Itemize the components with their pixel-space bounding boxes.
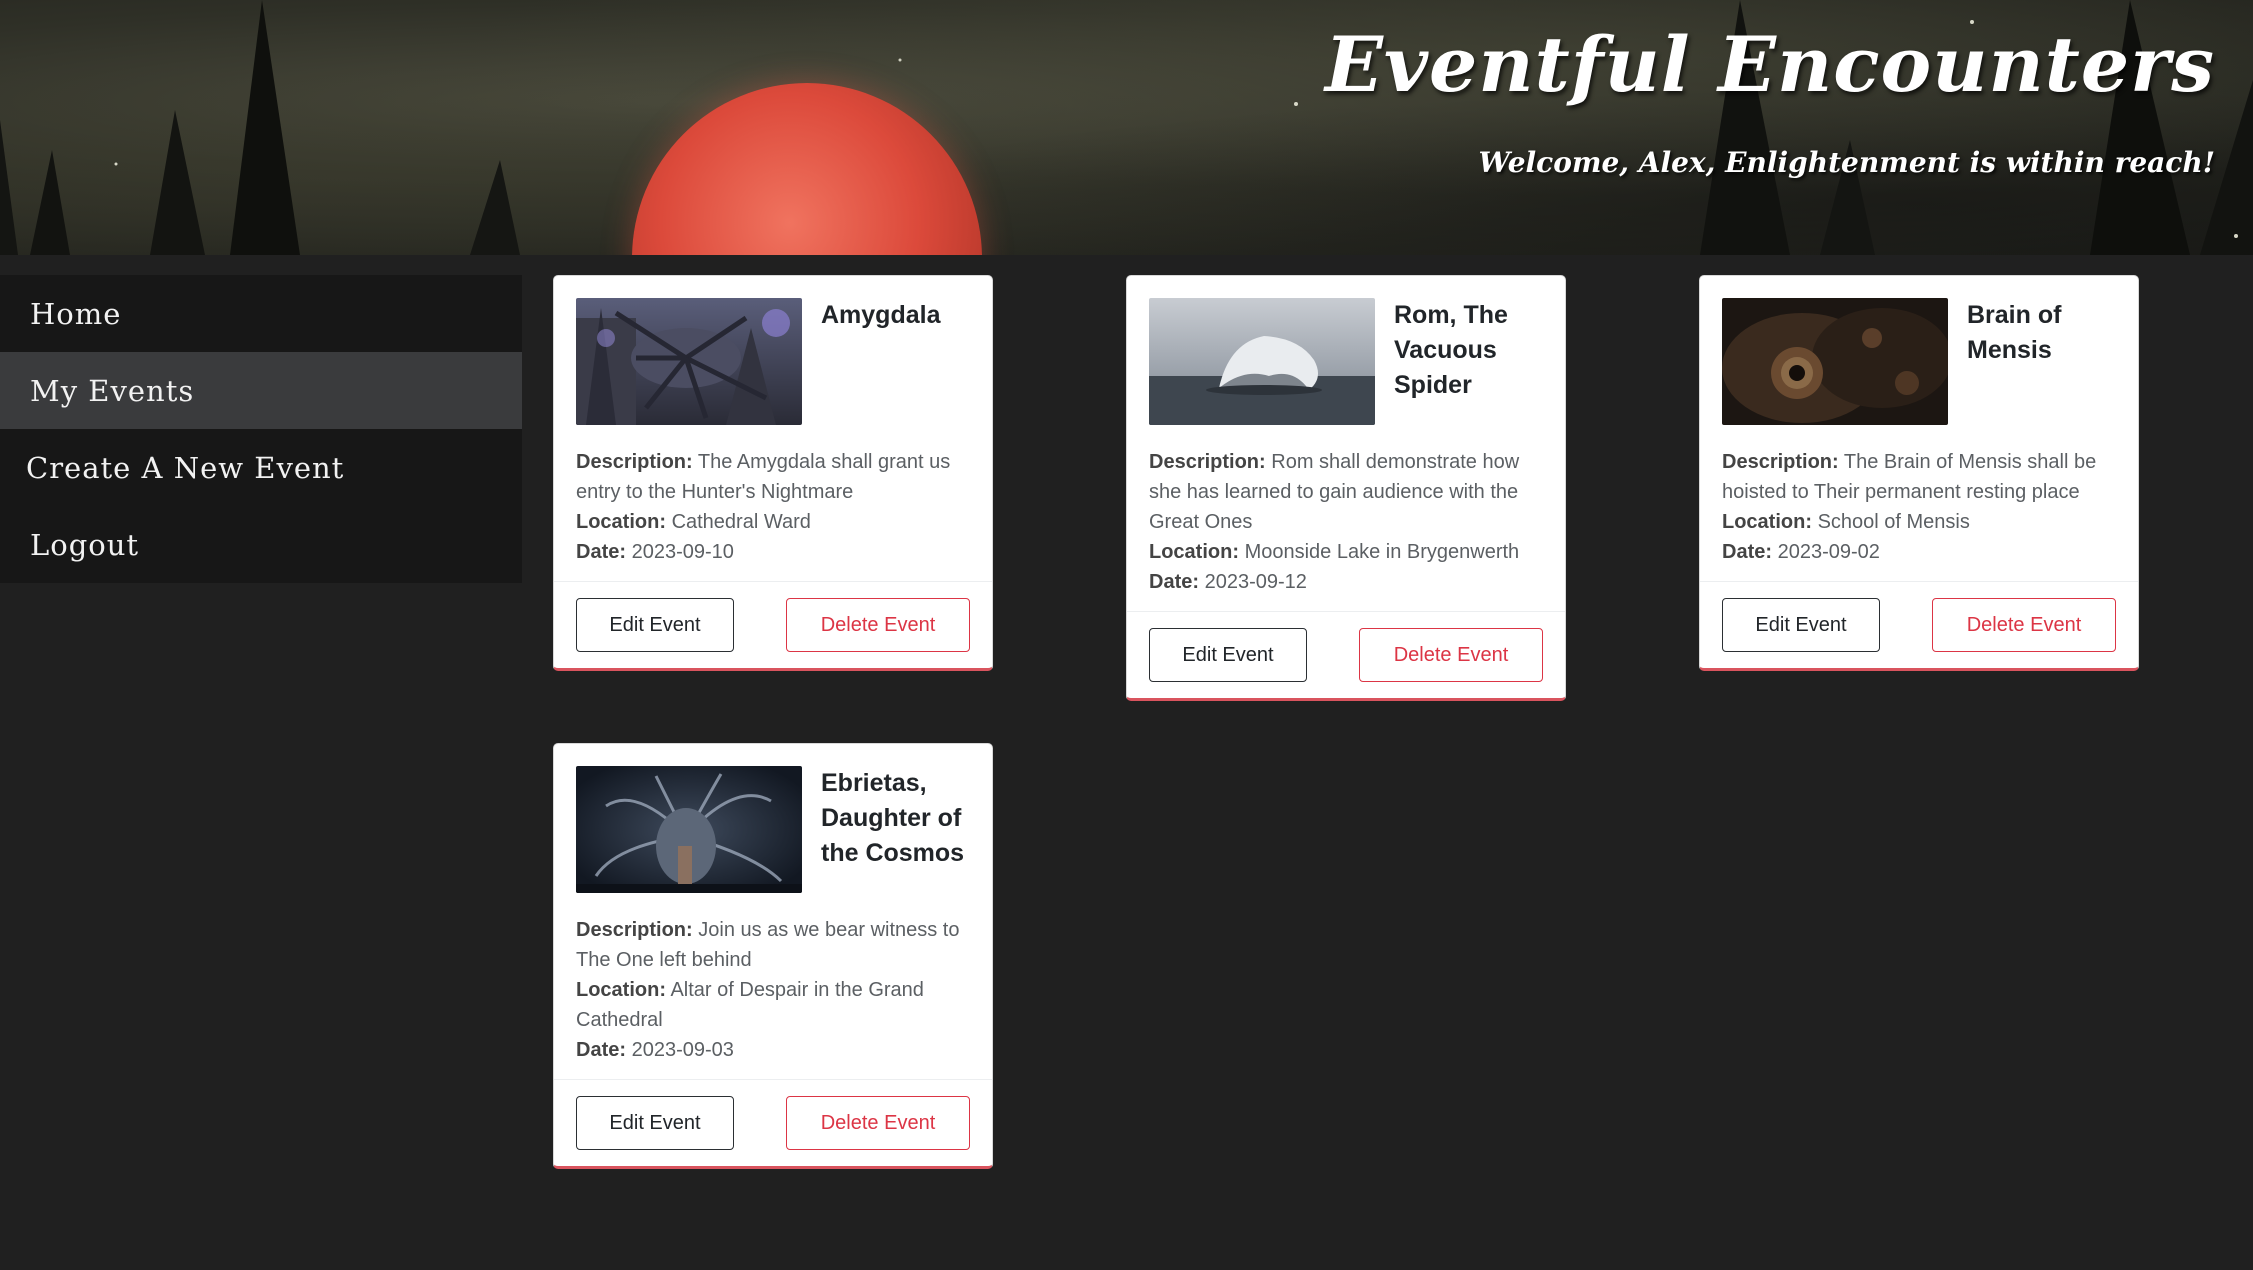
event-details: Description: Rom shall demonstrate how s…	[1149, 447, 1543, 611]
date-label: Date:	[1722, 541, 1773, 563]
date-label: Date:	[1149, 571, 1200, 593]
date-label: Date:	[576, 541, 627, 563]
card-actions: Edit Event Delete Event	[1127, 611, 1565, 698]
ebrietas-image	[576, 766, 802, 893]
location-label: Location:	[576, 979, 666, 1001]
date-label: Date:	[576, 1039, 627, 1061]
event-card: Amygdala Description: The Amygdala shall…	[553, 275, 993, 671]
site-title: Eventful Encounters	[1324, 20, 2215, 109]
event-date: 2023-09-10	[631, 541, 734, 563]
welcome-message: Welcome, Alex, Enlightenment is within r…	[1478, 146, 2215, 179]
event-details: Description: The Amygdala shall grant us…	[576, 447, 970, 581]
edit-event-button[interactable]: Edit Event	[576, 598, 734, 652]
event-date: 2023-09-12	[1204, 571, 1307, 593]
description-label: Description:	[1722, 451, 1839, 473]
event-location: Moonside Lake in Brygenwerth	[1244, 541, 1520, 563]
event-card: Rom, The Vacuous Spider Description: Rom…	[1126, 275, 1566, 701]
rom-image	[1149, 298, 1375, 425]
location-label: Location:	[1722, 511, 1812, 533]
sidebar-nav: Home My Events Create A New Event Logout	[0, 275, 522, 583]
amygdala-image	[576, 298, 802, 425]
event-location: School of Mensis	[1817, 511, 1970, 533]
sidebar-item-create-event[interactable]: Create A New Event	[0, 429, 522, 506]
delete-event-button[interactable]: Delete Event	[1932, 598, 2116, 652]
event-date: 2023-09-03	[631, 1039, 734, 1061]
card-actions: Edit Event Delete Event	[554, 1079, 992, 1166]
card-actions: Edit Event Delete Event	[554, 581, 992, 668]
edit-event-button[interactable]: Edit Event	[1149, 628, 1307, 682]
brain-of-mensis-image	[1722, 298, 1948, 425]
event-date: 2023-09-02	[1777, 541, 1880, 563]
sidebar-item-home[interactable]: Home	[0, 275, 522, 352]
description-label: Description:	[1149, 451, 1266, 473]
card-actions: Edit Event Delete Event	[1700, 581, 2138, 668]
sidebar-item-my-events[interactable]: My Events	[0, 352, 522, 429]
event-title: Amygdala	[821, 301, 941, 329]
event-card: Ebrietas, Daughter of the Cosmos Descrip…	[553, 743, 993, 1169]
location-label: Location:	[576, 511, 666, 533]
delete-event-button[interactable]: Delete Event	[1359, 628, 1543, 682]
event-location: Cathedral Ward	[671, 511, 811, 533]
event-title: Ebrietas, Daughter of the Cosmos	[821, 769, 965, 867]
edit-event-button[interactable]: Edit Event	[1722, 598, 1880, 652]
event-card: Brain of Mensis Description: The Brain o…	[1699, 275, 2139, 671]
description-label: Description:	[576, 451, 693, 473]
event-details: Description: Join us as we bear witness …	[576, 915, 970, 1079]
event-title: Rom, The Vacuous Spider	[1394, 301, 1508, 399]
event-title: Brain of Mensis	[1967, 301, 2062, 364]
event-details: Description: The Brain of Mensis shall b…	[1722, 447, 2116, 581]
description-label: Description:	[576, 919, 693, 941]
delete-event-button[interactable]: Delete Event	[786, 598, 970, 652]
delete-event-button[interactable]: Delete Event	[786, 1096, 970, 1150]
location-label: Location:	[1149, 541, 1239, 563]
edit-event-button[interactable]: Edit Event	[576, 1096, 734, 1150]
sidebar-item-logout[interactable]: Logout	[0, 506, 522, 583]
header-banner: Eventful Encounters Welcome, Alex, Enlig…	[0, 0, 2253, 255]
